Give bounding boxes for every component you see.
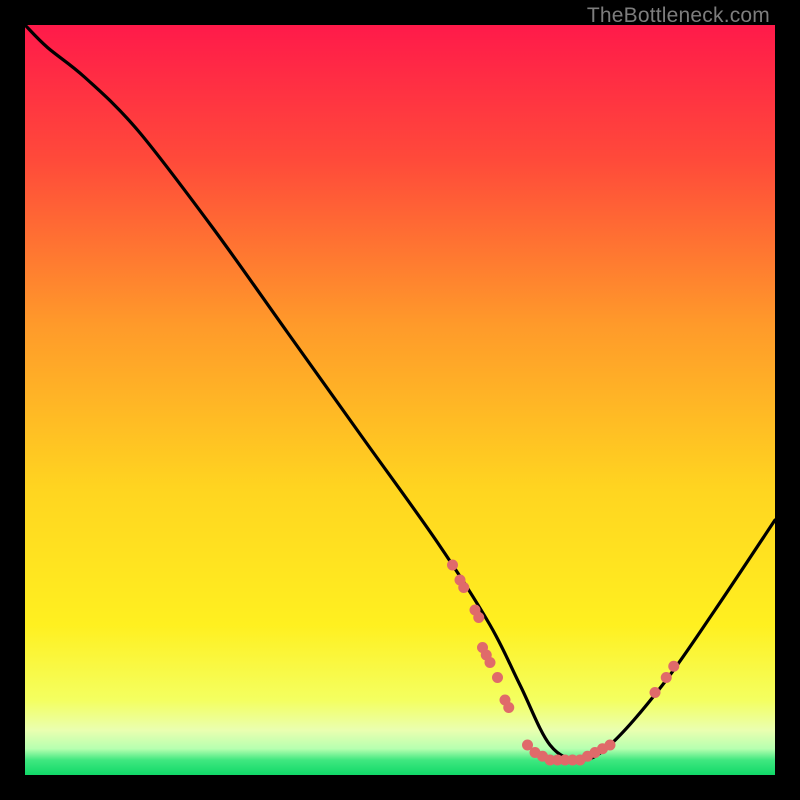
data-marker bbox=[492, 672, 503, 683]
gradient-background bbox=[25, 25, 775, 775]
data-marker bbox=[661, 672, 672, 683]
data-marker bbox=[458, 582, 469, 593]
data-marker bbox=[473, 612, 484, 623]
data-marker bbox=[447, 560, 458, 571]
chart-svg bbox=[25, 25, 775, 775]
chart-frame bbox=[25, 25, 775, 775]
data-marker bbox=[503, 702, 514, 713]
data-marker bbox=[605, 740, 616, 751]
data-marker bbox=[668, 661, 679, 672]
data-marker bbox=[485, 657, 496, 668]
data-marker bbox=[650, 687, 661, 698]
